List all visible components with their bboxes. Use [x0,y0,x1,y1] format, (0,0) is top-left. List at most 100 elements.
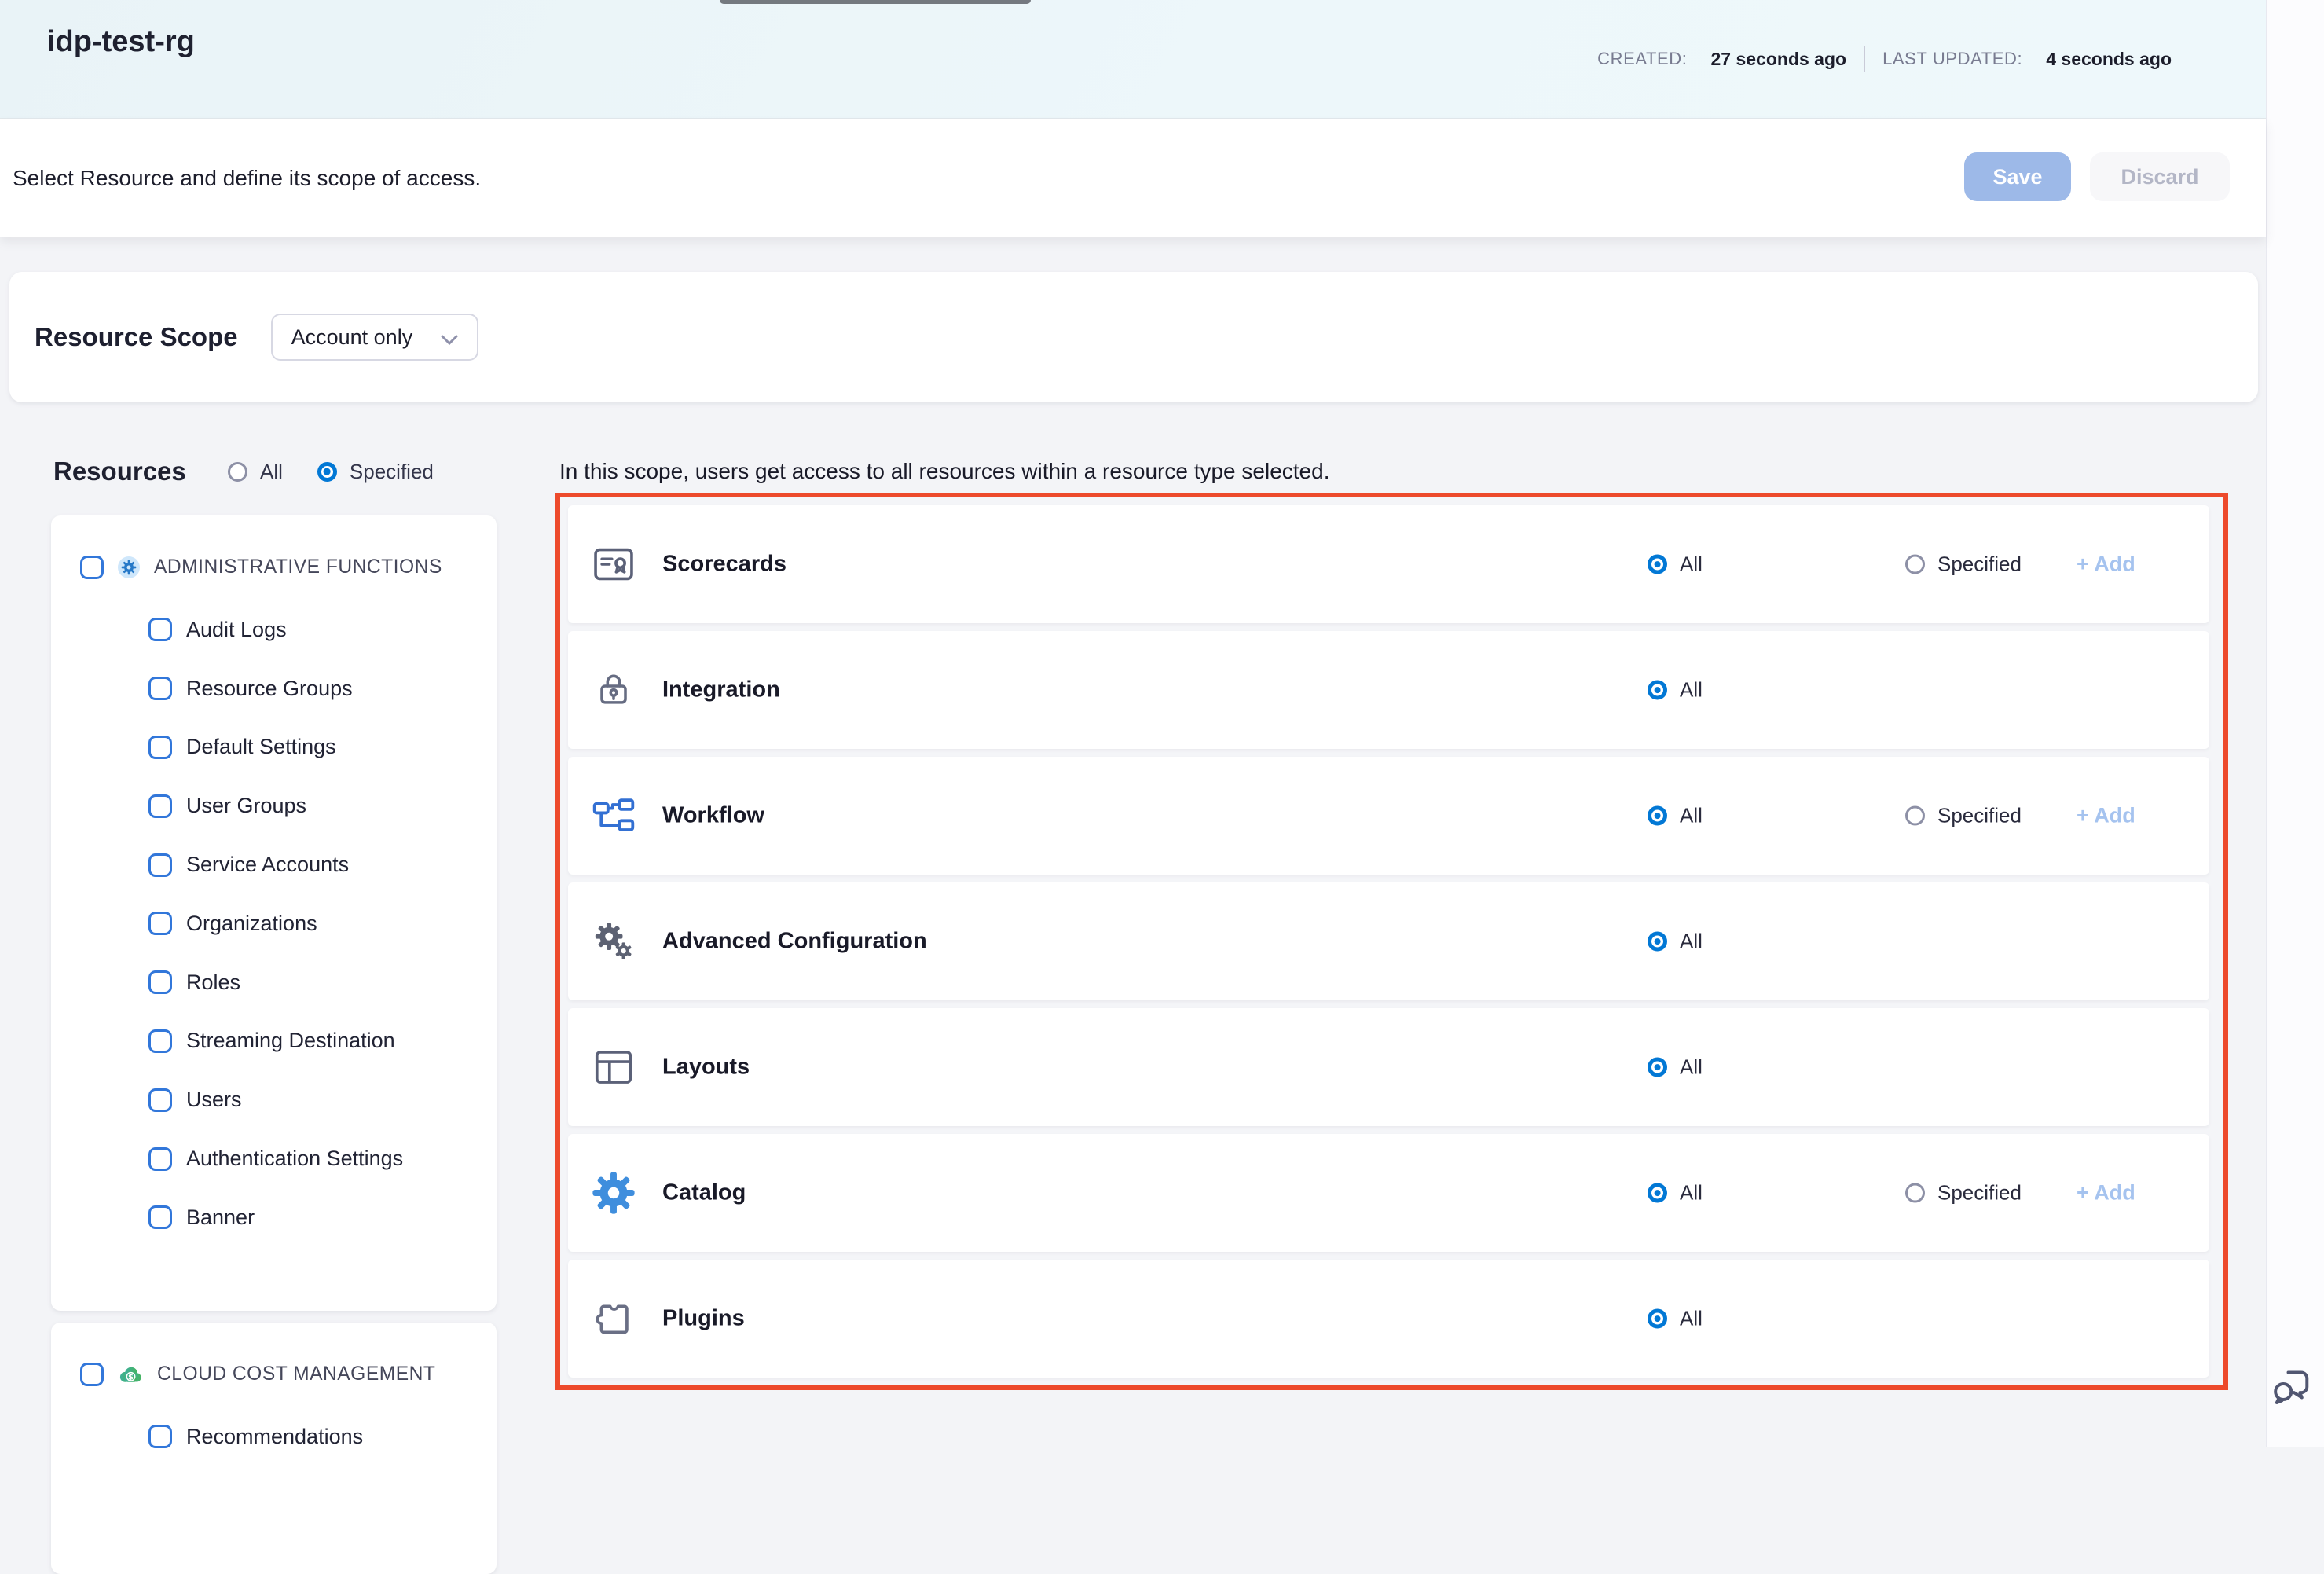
gears-icon [590,920,637,963]
save-button[interactable]: Save [1964,152,2071,201]
all-radio[interactable] [1648,932,1667,952]
all-radio[interactable] [1648,681,1667,700]
created-label: CREATED: [1597,49,1687,69]
all-radio-label: All [1680,1307,1703,1331]
resource-type-row-catalog: Catalog All Specified + Add [568,1134,2209,1252]
list-item: Default Settings [51,718,497,777]
resource-type-row-workflow: Workflow All Specified + Add [568,757,2209,875]
all-radio[interactable] [1648,555,1667,574]
all-radio[interactable] [1648,806,1667,826]
all-radio-label: All [1680,552,1703,577]
resource-type-row-integration: Integration All [568,631,2209,749]
add-button[interactable]: + Add [2077,552,2135,577]
resources-all-option[interactable]: All [228,460,283,484]
specified-radio-label: Specified [1937,1181,2022,1205]
all-option[interactable]: All [1648,678,1703,703]
divider [1864,46,1865,72]
specified-radio[interactable] [1905,555,1925,574]
group-name: ADMINISTRATIVE FUNCTIONS [154,556,442,578]
resource-types-highlight-box: Scorecards All Specified + Add Integrati… [555,493,2228,1390]
specified-radio-label: Specified [350,460,434,484]
item-label: Service Accounts [186,853,349,877]
all-option[interactable]: All [1648,1307,1703,1331]
item-checkbox[interactable] [148,1147,172,1171]
list-item: Streaming Destination [51,1012,497,1071]
item-checkbox[interactable] [148,1088,172,1112]
group-items: Recommendations [51,1407,497,1466]
resource-group-card-administrative: ADMINISTRATIVE FUNCTIONS Audit Logs Reso… [51,515,497,1311]
list-item: Service Accounts [51,835,497,894]
item-label: Banner [186,1205,255,1230]
resource-scope-dropdown[interactable]: Account only [271,314,478,361]
item-checkbox[interactable] [148,794,172,818]
timestamps: CREATED:27 seconds ago LAST UPDATED:4 se… [1597,0,2172,118]
item-label: Streaming Destination [186,1029,395,1053]
item-label: Roles [186,970,240,995]
all-radio[interactable] [1648,1058,1667,1077]
all-option[interactable]: All [1648,930,1703,954]
item-label: Audit Logs [186,618,287,642]
item-checkbox[interactable] [148,677,172,700]
last-updated-value: 4 seconds ago [2046,49,2172,70]
resource-type-label: Scorecards [662,552,786,578]
specified-option[interactable]: Specified [1905,552,2022,577]
list-item: Banner [51,1188,497,1247]
item-checkbox[interactable] [148,1425,172,1448]
all-option[interactable]: All [1648,804,1703,828]
all-option[interactable]: All [1648,1181,1703,1205]
group-name: CLOUD COST MANAGEMENT [157,1363,435,1385]
item-checkbox[interactable] [148,1029,172,1053]
specified-radio[interactable] [1905,806,1925,826]
group-checkbox[interactable] [80,556,104,579]
resource-scope-card: Resource Scope Account only [9,272,2258,402]
specified-radio[interactable] [1905,1183,1925,1203]
layout-icon [590,1047,637,1088]
item-checkbox[interactable] [148,912,172,935]
gear-icon [590,1171,637,1215]
group-items: Audit Logs Resource Groups Default Setti… [51,600,497,1247]
specified-radio-label: Specified [1937,552,2022,577]
page-title: idp-test-rg [47,25,195,59]
list-item: Authentication Settings [51,1129,497,1188]
puzzle-icon [590,1298,637,1339]
item-checkbox[interactable] [148,853,172,877]
all-radio[interactable] [228,462,247,482]
resource-group-card-ccm: $ CLOUD COST MANAGEMENT Recommendations [51,1323,497,1574]
add-button[interactable]: + Add [2077,1181,2135,1205]
list-item: Roles [51,953,497,1012]
resources-header: Resources All Specified [53,451,468,492]
last-updated-label: LAST UPDATED: [1882,49,2022,69]
all-option[interactable]: All [1648,1055,1703,1080]
specified-radio[interactable] [317,462,337,482]
item-checkbox[interactable] [148,970,172,994]
item-label: Recommendations [186,1425,363,1449]
page-header: idp-test-rg CREATED:27 seconds ago LAST … [0,0,2266,119]
list-item: User Groups [51,776,497,835]
discard-button[interactable]: Discard [2090,152,2230,201]
workflow-icon [590,798,637,834]
scorecard-icon [590,543,637,585]
resources-specified-option[interactable]: Specified [317,460,434,484]
toolbar-instruction: Select Resource and define its scope of … [13,119,481,237]
chevron-down-icon [416,323,458,352]
item-label: Default Settings [186,735,336,759]
specified-option[interactable]: Specified [1905,1181,2022,1205]
all-radio[interactable] [1648,1183,1667,1203]
scope-instruction: In this scope, users get access to all r… [559,459,1329,484]
chat-support-button[interactable] [2269,1364,2316,1411]
list-item: Resource Groups [51,659,497,718]
item-checkbox[interactable] [148,736,172,759]
group-header: $ CLOUD COST MANAGEMENT [80,1359,497,1390]
all-radio-label: All [1680,804,1703,828]
item-checkbox[interactable] [148,1205,172,1229]
all-radio[interactable] [1648,1309,1667,1329]
item-label: Users [186,1088,242,1112]
item-checkbox[interactable] [148,618,172,641]
all-option[interactable]: All [1648,552,1703,577]
add-button[interactable]: + Add [2077,804,2135,828]
specified-option[interactable]: Specified [1905,804,2022,828]
group-checkbox[interactable] [80,1363,104,1386]
cloud-dollar-icon: $ [118,1364,143,1385]
resource-type-label: Workflow [662,803,764,829]
svg-text:$: $ [128,1373,134,1381]
